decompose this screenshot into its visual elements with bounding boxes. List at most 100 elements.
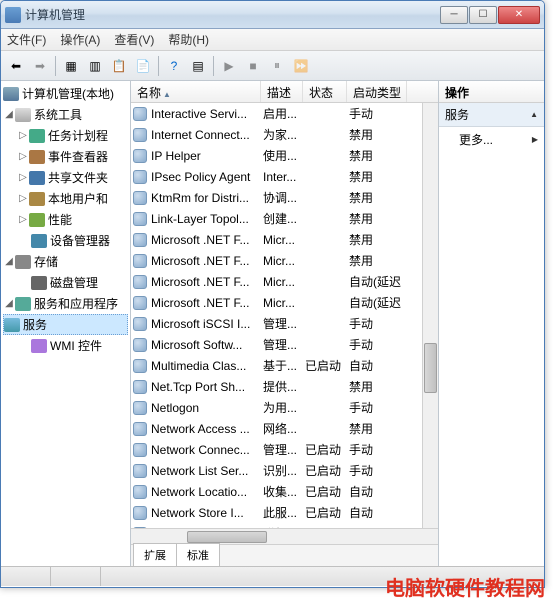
menu-view[interactable]: 查看(V) [114, 31, 154, 48]
action-group-services[interactable]: 服务▲ [439, 103, 544, 127]
properties-button[interactable]: ▤ [187, 55, 209, 77]
service-startup: 自动 [349, 483, 409, 500]
service-row[interactable]: Network Locatio...收集...已启动自动 [131, 481, 422, 502]
scrollbar-thumb-h[interactable] [187, 531, 267, 543]
service-startup: 禁用 [349, 189, 409, 206]
service-desc: 网络... [263, 420, 305, 437]
service-desc: 启用... [263, 105, 305, 122]
service-startup: 手动 [349, 399, 409, 416]
forward-button[interactable]: ➡ [29, 55, 51, 77]
service-row[interactable]: Network Connec...管理...已启动手动 [131, 439, 422, 460]
service-row[interactable]: KtmRm for Distri...协调...禁用 [131, 187, 422, 208]
service-icon [133, 422, 147, 436]
menu-file[interactable]: 文件(F) [7, 31, 46, 48]
service-row[interactable]: Multimedia Clas...基于...已启动自动 [131, 355, 422, 376]
back-button[interactable]: ⬅ [5, 55, 27, 77]
minimize-button[interactable]: ─ [440, 6, 468, 24]
navigation-tree[interactable]: 计算机管理(本地) ◢系统工具 ▷任务计划程 ▷事件查看器 ▷共享文件夹 ▷本地… [1, 81, 131, 566]
service-desc: Inter... [263, 170, 305, 184]
close-button[interactable]: ✕ [498, 6, 540, 24]
service-row[interactable]: Link-Layer Topol...创建...禁用 [131, 208, 422, 229]
service-startup: 手动 [349, 462, 409, 479]
tree-performance[interactable]: ▷性能 [3, 209, 128, 230]
play-button[interactable]: ▶ [218, 55, 240, 77]
service-startup: 手动 [349, 315, 409, 332]
service-row[interactable]: Microsoft iSCSI I...管理...手动 [131, 313, 422, 334]
menu-action[interactable]: 操作(A) [60, 31, 100, 48]
service-desc: 管理... [263, 336, 305, 353]
restart-button[interactable]: ⏩ [290, 55, 312, 77]
export-button[interactable]: 📄 [132, 55, 154, 77]
titlebar[interactable]: 计算机管理 ─ ☐ ✕ [1, 1, 544, 29]
service-row[interactable]: Microsoft .NET F...Micr...禁用 [131, 250, 422, 271]
service-name: Offline Files [151, 527, 263, 529]
show-hide-button[interactable]: ▦ [60, 55, 82, 77]
service-row[interactable]: Network Store I...此服...已启动自动 [131, 502, 422, 523]
tree-task-scheduler[interactable]: ▷任务计划程 [3, 125, 128, 146]
column-status[interactable]: 状态 [303, 81, 347, 102]
view-button[interactable]: ▥ [84, 55, 106, 77]
service-row[interactable]: Net.Tcp Port Sh...提供...禁用 [131, 376, 422, 397]
service-row[interactable]: IP Helper使用...禁用 [131, 145, 422, 166]
tree-root[interactable]: 计算机管理(本地) [3, 83, 128, 104]
column-description[interactable]: 描述 [261, 81, 303, 102]
service-row[interactable]: Microsoft Softw...管理...手动 [131, 334, 422, 355]
service-row[interactable]: Microsoft .NET F...Micr...禁用 [131, 229, 422, 250]
tab-standard[interactable]: 标准 [176, 543, 220, 566]
horizontal-scrollbar[interactable] [131, 528, 438, 544]
service-row[interactable]: IPsec Policy AgentInter...禁用 [131, 166, 422, 187]
tree-device-manager[interactable]: 设备管理器 [3, 230, 128, 251]
service-name: Interactive Servi... [151, 107, 263, 121]
service-desc: 为家... [263, 126, 305, 143]
scrollbar-thumb[interactable] [424, 343, 437, 393]
tree-local-users[interactable]: ▷本地用户和 [3, 188, 128, 209]
menu-help[interactable]: 帮助(H) [168, 31, 209, 48]
service-row[interactable]: Network List Ser...识别...已启动手动 [131, 460, 422, 481]
services-list-panel: 名称▲ 描述 状态 启动类型 Interactive Servi...启用...… [131, 81, 439, 566]
service-desc: 协调... [263, 189, 305, 206]
service-icon [133, 128, 147, 142]
tree-event-viewer[interactable]: ▷事件查看器 [3, 146, 128, 167]
service-row[interactable]: Netlogon为用...手动 [131, 397, 422, 418]
tree-services-apps[interactable]: ◢服务和应用程序 [3, 293, 128, 314]
services-list[interactable]: Interactive Servi...启用...手动Internet Conn… [131, 103, 422, 528]
refresh-button[interactable]: 📋 [108, 55, 130, 77]
service-icon [133, 443, 147, 457]
service-status: 已启动 [305, 462, 349, 479]
pause-button[interactable]: ⏸ [266, 55, 288, 77]
service-startup: 禁用 [349, 231, 409, 248]
service-row[interactable]: Microsoft .NET F...Micr...自动(延迟 [131, 271, 422, 292]
service-name: Net.Tcp Port Sh... [151, 380, 263, 394]
column-startup[interactable]: 启动类型 [347, 81, 407, 102]
help-button[interactable]: ? [163, 55, 185, 77]
service-status: 已启动 [305, 441, 349, 458]
service-icon [133, 380, 147, 394]
service-row[interactable]: Microsoft .NET F...Micr...自动(延迟 [131, 292, 422, 313]
column-name[interactable]: 名称▲ [131, 81, 261, 102]
vertical-scrollbar[interactable] [422, 103, 438, 528]
tree-disk-management[interactable]: 磁盘管理 [3, 272, 128, 293]
service-row[interactable]: Network Access ...网络...禁用 [131, 418, 422, 439]
sort-arrow-icon: ▲ [163, 90, 171, 99]
action-more[interactable]: 更多...▶ [439, 127, 544, 152]
service-desc: 为用... [263, 399, 305, 416]
service-row[interactable]: Interactive Servi...启用...手动 [131, 103, 422, 124]
service-row[interactable]: Offline Files脱机禁用 [131, 523, 422, 528]
watermark: 电脑软硬件教程网 [385, 572, 545, 601]
tree-system-tools[interactable]: ◢系统工具 [3, 104, 128, 125]
menubar: 文件(F) 操作(A) 查看(V) 帮助(H) [1, 29, 544, 51]
maximize-button[interactable]: ☐ [469, 6, 497, 24]
tab-extended[interactable]: 扩展 [133, 543, 177, 566]
actions-header: 操作 [439, 81, 544, 103]
tree-wmi[interactable]: WMI 控件 [3, 335, 128, 356]
app-icon [5, 7, 21, 23]
tree-storage[interactable]: ◢存储 [3, 251, 128, 272]
service-name: IPsec Policy Agent [151, 170, 263, 184]
service-row[interactable]: Internet Connect...为家...禁用 [131, 124, 422, 145]
tree-shared-folders[interactable]: ▷共享文件夹 [3, 167, 128, 188]
service-name: Network Access ... [151, 422, 263, 436]
stop-button[interactable]: ■ [242, 55, 264, 77]
service-startup: 自动 [349, 357, 409, 374]
service-startup: 自动(延迟 [349, 273, 409, 290]
tree-services[interactable]: 服务 [3, 314, 128, 335]
